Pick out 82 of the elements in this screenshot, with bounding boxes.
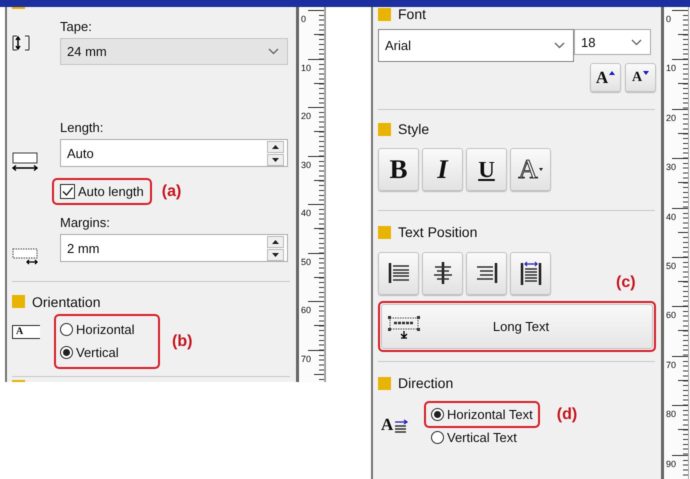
checkbox[interactable]: Auto length (54, 180, 150, 204)
ruler-number: 90 (666, 458, 676, 469)
align-right-button[interactable] (466, 252, 507, 295)
input-field[interactable]: Auto (60, 139, 288, 168)
chevron-down-icon (268, 48, 279, 56)
long-text-button[interactable]: Long Text (381, 304, 653, 349)
decrease-font-button[interactable]: A (625, 63, 656, 92)
radio-option[interactable]: Vertical Text (431, 430, 517, 445)
spin-up-button[interactable] (267, 236, 284, 248)
ruler-number: 80 (666, 409, 676, 420)
ruler-number: 60 (666, 310, 676, 320)
ruler-number: 10 (666, 63, 676, 74)
italic-button[interactable]: I (422, 148, 463, 191)
ruler-number: 30 (666, 162, 676, 172)
align-center-button[interactable] (422, 252, 463, 295)
chevron-down-icon (554, 42, 565, 49)
section-title: Style (398, 121, 430, 137)
ruler-number: 20 (666, 112, 676, 123)
font-dropdown[interactable]: Arial (378, 29, 574, 62)
section-marker (378, 122, 391, 136)
text-lines-icon (394, 419, 408, 433)
radio-option[interactable]: Horizontal (60, 322, 154, 338)
field-label: Margins: (60, 215, 111, 230)
align-justify-icon (518, 261, 542, 286)
radio-option[interactable]: Horizontal Text (431, 407, 533, 422)
annotation-label: (a) (162, 182, 182, 201)
align-justify-button[interactable] (510, 252, 551, 295)
section-title: Direction (398, 375, 454, 391)
underline-button[interactable]: U (466, 148, 507, 191)
length-icon (12, 152, 38, 172)
ruler-number: 50 (666, 260, 676, 271)
ruler-number: 70 (301, 354, 312, 364)
caret-up-icon (272, 240, 279, 244)
section-marker (12, 295, 25, 308)
section-title: Text Position (398, 224, 478, 240)
ruler-number: 40 (666, 212, 676, 222)
radio-option[interactable]: Vertical (60, 344, 154, 360)
caret-up-icon (272, 144, 279, 149)
ruler-number: 70 (666, 360, 676, 370)
spin-down-button[interactable] (267, 248, 284, 261)
text-direction-letter: A (381, 417, 394, 433)
caret-down-icon (272, 158, 279, 162)
field-label: Length: (60, 120, 104, 136)
chevron-down-icon (631, 38, 642, 46)
spin-up-button[interactable] (267, 140, 284, 153)
tape-dropdown[interactable]: 24 mm (60, 38, 288, 66)
caret-down-icon (538, 168, 543, 171)
annotation-label: (d) (556, 406, 578, 424)
section-title: Font (398, 7, 426, 22)
section-marker (12, 7, 25, 10)
outline-text-button[interactable]: A (510, 148, 551, 191)
ruler-number: 20 (301, 111, 312, 121)
bold-button[interactable]: B (378, 148, 419, 191)
font-size-dropdown[interactable]: 18 (574, 29, 651, 55)
ruler-number: 0 (666, 14, 672, 24)
align-left-button[interactable] (378, 252, 419, 295)
caret-up-icon (609, 70, 616, 74)
section-marker (378, 226, 391, 238)
ruler-number: 10 (301, 62, 312, 72)
caret-down-icon (643, 70, 650, 74)
caret-down-icon (272, 252, 279, 257)
ruler-number: 0 (301, 14, 306, 24)
tape-height-icon (12, 35, 30, 52)
input-field[interactable]: 2 mm (60, 234, 288, 262)
section-marker (378, 376, 391, 390)
ruler-number: 40 (301, 208, 312, 218)
align-right-icon (474, 261, 498, 286)
annotation-label: (c) (616, 274, 636, 293)
ruler-number: 30 (301, 160, 312, 170)
align-left-icon (386, 261, 410, 286)
text-frame-icon (388, 314, 420, 338)
increase-font-button[interactable]: A (590, 63, 621, 92)
spin-down-button[interactable] (267, 154, 284, 166)
annotation-label: (b) (172, 332, 192, 351)
margins-icon (12, 248, 38, 266)
section-title: Orientation (32, 294, 100, 310)
field-label: Tape: (60, 19, 93, 34)
ruler-number: 50 (301, 256, 312, 266)
text-box-icon: A (12, 324, 40, 339)
ruler-number: 60 (301, 305, 312, 315)
section-marker (378, 8, 391, 20)
section-marker (12, 380, 25, 382)
